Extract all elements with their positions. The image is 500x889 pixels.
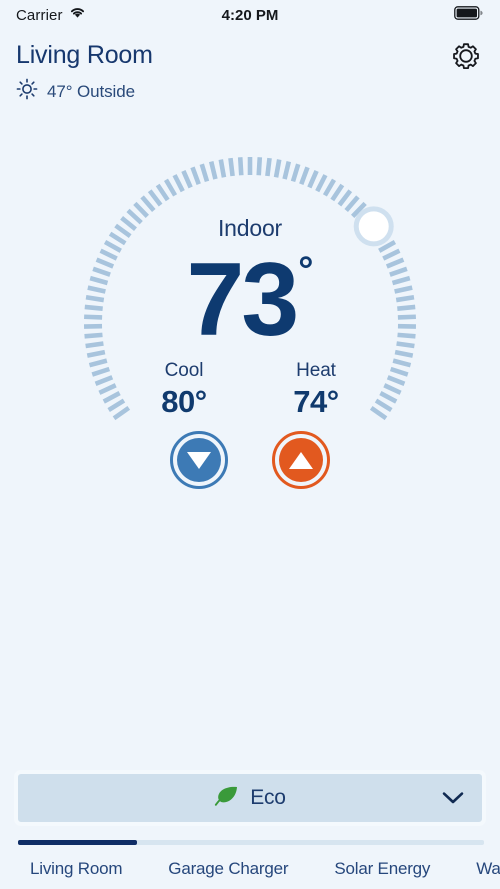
dial-tick [322, 178, 337, 197]
heat-increase-button[interactable] [272, 431, 330, 489]
heat-value: 74° [293, 384, 339, 419]
dial-readout: Indoor 73 ° Cool 80° Heat 74° [80, 215, 420, 489]
dial-tick [265, 157, 272, 177]
status-bar-right [454, 5, 484, 25]
cool-label: Cool [164, 360, 204, 381]
mode-selector[interactable]: Eco [14, 770, 486, 826]
dial-tick [140, 195, 156, 213]
tab-item[interactable]: Solar Energy [334, 859, 430, 879]
dial-tick [181, 170, 193, 189]
dial-tick [315, 174, 328, 193]
tab-item[interactable]: Living Room [30, 859, 122, 879]
dial-tick [172, 174, 185, 193]
tab-list[interactable]: Living Room Garage Charger Solar Energy Wat… [0, 859, 500, 879]
tab-scroll-indicator-fill [18, 840, 137, 845]
outside-temperature-label: 47° Outside [47, 81, 135, 101]
tab-scroll-indicator[interactable] [18, 840, 484, 845]
heat-button-inner [279, 438, 323, 482]
mode-selector-wrap: Eco [0, 770, 500, 826]
mode-label: Eco [250, 786, 286, 809]
dial-tick [256, 157, 263, 176]
chevron-down-icon[interactable] [442, 791, 464, 805]
leaf-icon [214, 785, 240, 812]
dial-tick [190, 166, 201, 185]
dial-tick [155, 183, 170, 202]
page-title: Living Room [16, 41, 153, 69]
indoor-temperature-value: 73 [186, 242, 300, 358]
wifi-icon [69, 6, 86, 24]
cool-decrease-button[interactable] [170, 431, 228, 489]
status-bar-left: Carrier [16, 6, 86, 24]
indoor-label: Indoor [217, 215, 282, 241]
outside-weather: 47° Outside [16, 78, 484, 105]
dial-tick [330, 183, 345, 202]
status-bar: Carrier 4:20 PM [0, 0, 500, 30]
dial-tick [307, 170, 319, 189]
tab-item[interactable]: Water Hea [476, 859, 500, 879]
cool-value: 80° [161, 384, 207, 419]
dial-tick [290, 163, 301, 183]
sun-icon [16, 78, 38, 105]
dial-tick [299, 166, 310, 185]
app-screen: Carrier 4:20 PM Living Room 47° Outside … [0, 0, 500, 889]
setpoint-buttons [80, 431, 420, 489]
cool-button-inner [177, 438, 221, 482]
setpoint-values: Cool 80° Heat 74° [80, 360, 420, 421]
dial-tick [282, 161, 292, 180]
dial-tick [218, 159, 227, 178]
tab-bar: Living Room Garage Charger Solar Energy Wat… [0, 840, 500, 889]
dial-tick [147, 189, 163, 207]
dial-tick [337, 189, 353, 207]
dial-tick [199, 163, 210, 183]
indoor-temperature: 73 ° [187, 248, 314, 352]
dial-tick [228, 157, 235, 177]
arrow-down-icon [187, 451, 211, 469]
arrow-up-icon [289, 451, 313, 469]
thermostat-area: Indoor 73 ° Cool 80° Heat 74° [0, 105, 500, 770]
cool-setpoint: Cool 80° [140, 360, 228, 421]
dial-tick [344, 195, 360, 213]
battery-full-icon [454, 5, 484, 25]
dial-tick [208, 161, 218, 180]
dial-tick [163, 178, 178, 197]
settings-button[interactable] [446, 38, 486, 78]
dial-tick [237, 157, 244, 176]
carrier-label: Carrier [16, 6, 63, 24]
dial-tick [273, 159, 282, 178]
temperature-dial[interactable]: Indoor 73 ° Cool 80° Heat 74° [80, 153, 420, 493]
heat-label: Heat [296, 360, 336, 381]
heat-setpoint: Heat 74° [272, 360, 360, 421]
tab-item[interactable]: Garage Charger [168, 859, 288, 879]
gear-icon [451, 41, 481, 76]
degree-symbol: ° [298, 250, 314, 292]
page-header: Living Room 47° Outside [0, 30, 500, 105]
